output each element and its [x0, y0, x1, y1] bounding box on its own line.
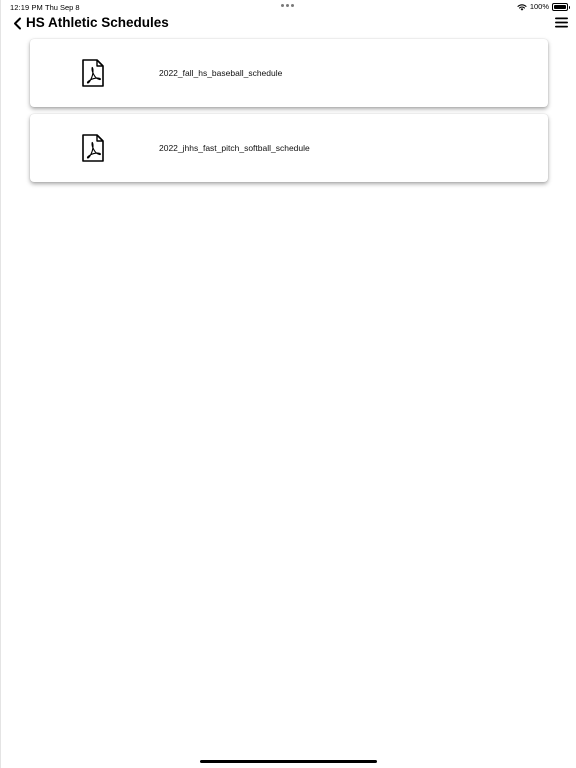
- menu-button[interactable]: [554, 16, 568, 29]
- battery-icon: [552, 2, 570, 11]
- status-bar: 12:19 PM Thu Sep 8 100%: [0, 0, 576, 14]
- hamburger-menu-icon: [554, 17, 568, 28]
- status-time: 12:19 PM: [10, 3, 43, 12]
- pdf-file-icon: [82, 59, 104, 87]
- document-list: 2022_fall_hs_baseball_schedule 2022_jhhs…: [30, 39, 548, 189]
- battery-percent: 100%: [529, 2, 549, 11]
- pdf-file-icon: [82, 134, 104, 162]
- page-title: HS Athletic Schedules: [26, 15, 169, 30]
- document-name: 2022_fall_hs_baseball_schedule: [159, 68, 283, 78]
- multitasking-dots-icon[interactable]: [281, 4, 294, 7]
- left-divider: [0, 0, 1, 768]
- navigation-bar: HS Athletic Schedules: [0, 14, 576, 32]
- chevron-left-icon: [13, 17, 21, 29]
- document-name: 2022_jhhs_fast_pitch_softball_schedule: [159, 143, 310, 153]
- home-indicator[interactable]: [200, 760, 377, 763]
- status-indicators: 100%: [517, 2, 570, 11]
- document-item-softball-schedule[interactable]: 2022_jhhs_fast_pitch_softball_schedule: [30, 114, 548, 182]
- back-button[interactable]: [10, 15, 24, 31]
- app-screen: 12:19 PM Thu Sep 8 100% HS Athletic Sche…: [0, 0, 576, 768]
- document-item-baseball-schedule[interactable]: 2022_fall_hs_baseball_schedule: [30, 39, 548, 107]
- wifi-icon: [517, 3, 527, 11]
- status-date: Thu Sep 8: [45, 3, 80, 12]
